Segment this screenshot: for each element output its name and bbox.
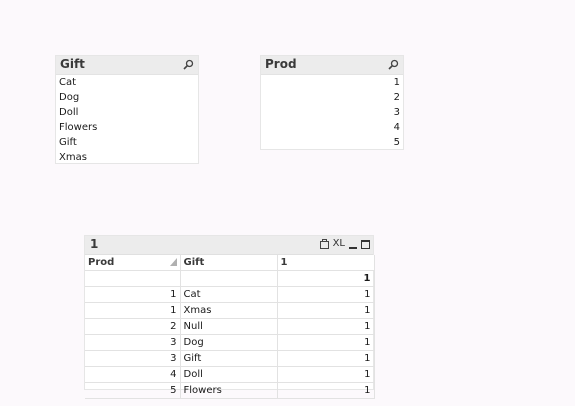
table-cell[interactable]: Gift xyxy=(180,350,278,367)
column-header-label: 1 xyxy=(280,256,288,268)
list-item[interactable]: 1 xyxy=(261,75,403,90)
total-row: 1 xyxy=(85,270,375,287)
minimize-icon[interactable] xyxy=(349,246,357,249)
list-item[interactable]: 5 xyxy=(261,135,403,150)
straight-table: 1 XL Prod Gift 1 1 1 Cat 1 1 Xmas 1 2 Nu… xyxy=(84,235,375,399)
table-cell[interactable]: Dog xyxy=(180,334,278,351)
table-row: 1 Cat 1 xyxy=(85,286,375,303)
gift-listbox: Gift Cat Dog Doll Flowers Gift Xmas xyxy=(55,55,199,164)
list-item[interactable]: 4 xyxy=(261,120,403,135)
gift-listbox-caption: Gift xyxy=(56,56,198,75)
gift-listbox-items: Cat Dog Doll Flowers Gift Xmas xyxy=(56,75,198,165)
search-icon[interactable] xyxy=(388,59,399,70)
prod-listbox: Prod 1 2 3 4 5 xyxy=(260,55,404,150)
table-cell[interactable]: Doll xyxy=(180,366,278,383)
prod-listbox-caption: Prod xyxy=(261,56,403,75)
list-item[interactable]: Flowers xyxy=(56,120,198,135)
column-header-label: Gift xyxy=(183,256,205,268)
table-cell[interactable]: 5 xyxy=(85,382,181,399)
table-cell: 1 xyxy=(277,334,375,351)
prod-listbox-items: 1 2 3 4 5 xyxy=(261,75,403,150)
table-cell[interactable]: Cat xyxy=(180,286,278,303)
gift-listbox-title: Gift xyxy=(60,57,85,71)
list-item[interactable]: Cat xyxy=(56,75,198,90)
list-item[interactable]: Dog xyxy=(56,90,198,105)
table-cell[interactable]: Flowers xyxy=(180,382,278,399)
table-row: 5 Flowers 1 xyxy=(85,382,375,399)
maximize-icon[interactable] xyxy=(361,239,370,249)
table-cell[interactable]: 1 xyxy=(85,286,181,303)
data-table: Prod Gift 1 1 1 Cat 1 1 Xmas 1 2 Null 1 … xyxy=(85,255,375,399)
table-row: 1 Xmas 1 xyxy=(85,302,375,319)
caption-icons: XL xyxy=(319,238,370,250)
table-row: 2 Null 1 xyxy=(85,318,375,335)
table-cell: 1 xyxy=(277,382,375,399)
table-cell[interactable]: Null xyxy=(180,318,278,335)
table-cell: 1 xyxy=(277,366,375,383)
table-cell: 1 xyxy=(277,302,375,319)
table-row: 3 Dog 1 xyxy=(85,334,375,351)
table-cell[interactable]: 4 xyxy=(85,366,181,383)
table-cell[interactable]: 2 xyxy=(85,318,181,335)
send-to-excel-icon[interactable]: XL xyxy=(333,238,345,250)
table-cell xyxy=(85,270,181,287)
table-cell[interactable]: 3 xyxy=(85,350,181,367)
table-header-row: Prod Gift 1 xyxy=(85,255,375,271)
print-icon[interactable] xyxy=(319,238,329,249)
table-cell: 1 xyxy=(277,270,375,287)
list-item[interactable]: 3 xyxy=(261,105,403,120)
table-row: 4 Doll 1 xyxy=(85,366,375,383)
table-cell[interactable]: 3 xyxy=(85,334,181,351)
table-cell[interactable]: 1 xyxy=(85,302,181,319)
search-icon[interactable] xyxy=(183,59,194,70)
table-title: 1 xyxy=(90,237,99,251)
table-cell xyxy=(180,270,278,287)
list-item[interactable]: Xmas xyxy=(56,150,198,165)
list-item[interactable]: 2 xyxy=(261,90,403,105)
list-item[interactable]: Gift xyxy=(56,135,198,150)
column-header-prod[interactable]: Prod xyxy=(85,255,181,271)
list-item[interactable]: Doll xyxy=(56,105,198,120)
column-header-expression[interactable]: 1 xyxy=(277,255,375,271)
table-cell: 1 xyxy=(277,350,375,367)
prod-listbox-title: Prod xyxy=(265,57,297,71)
sort-ascending-icon xyxy=(169,258,177,266)
table-cell[interactable]: Xmas xyxy=(180,302,278,319)
column-header-gift[interactable]: Gift xyxy=(180,255,278,271)
table-row: 3 Gift 1 xyxy=(85,350,375,367)
table-cell: 1 xyxy=(277,286,375,303)
column-header-label: Prod xyxy=(88,256,115,268)
table-cell: 1 xyxy=(277,318,375,335)
table-caption: 1 XL xyxy=(85,236,373,255)
